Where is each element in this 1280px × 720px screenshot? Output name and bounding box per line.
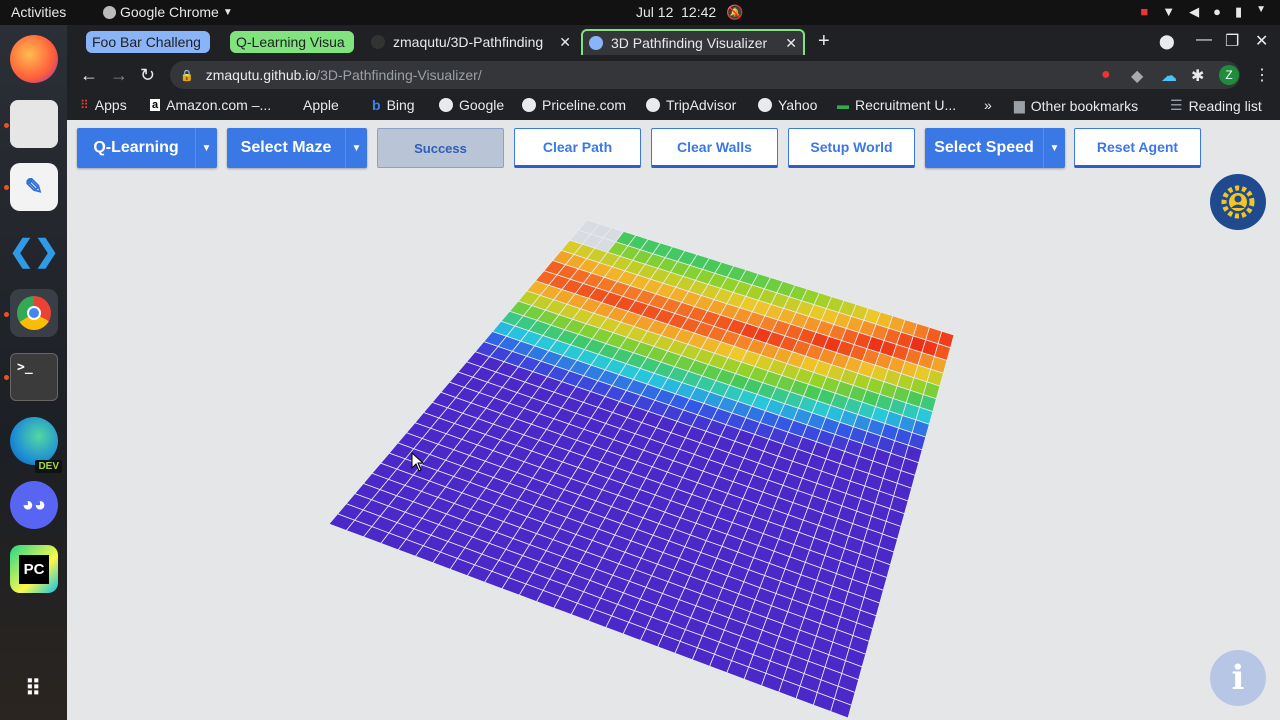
volume-icon: ◀ [1189,4,1200,19]
globe-icon [758,98,772,112]
running-indicator [4,375,9,380]
url-domain: zmaqutu.github.io [205,67,317,83]
app-menu[interactable]: Google Chrome ▼ [103,4,233,20]
time-text: 12:42 [681,4,717,20]
site-icon [589,36,603,50]
apps-grid-icon: ⠿ [80,98,89,112]
terminal-icon[interactable]: >_ [10,353,58,401]
info-button[interactable]: i [1210,650,1266,706]
url-path: /3D-Pathfinding-Visualizer/ [316,67,482,83]
maximize-icon[interactable]: ❐ [1225,31,1239,51]
minimize-icon[interactable]: — [1196,31,1212,49]
discord-icon[interactable]: ◕◕ [10,481,58,529]
pathfinding-grid-3d[interactable] [67,120,1280,720]
chevron-down-icon: ▼ [222,6,233,18]
new-tab-icon[interactable]: + [818,30,830,53]
other-bookmarks[interactable]: ▆ Other bookmarks [1014,97,1138,114]
forward-icon[interactable]: → [110,65,128,86]
tab-q-learning[interactable]: Q-Learning Visua [230,31,354,53]
tab-title: Q-Learning Visua [236,34,345,50]
globe-icon [646,98,660,112]
activities-button[interactable]: Activities [11,4,66,20]
tab-title: Foo Bar Challeng [92,34,201,50]
chrome-small-icon [103,5,116,19]
globe-icon [522,98,536,112]
close-icon[interactable]: ✕ [559,34,571,51]
bookmark-yahoo[interactable]: Yahoo [758,97,817,113]
system-tray[interactable]: ■ ▼ ◀ ● ▮ ▼ [1140,4,1266,20]
settings-gear-button[interactable] [1210,174,1266,230]
bookmarks-bar: ⠿ Apps a Amazon.com –... Apple b Bing Googl… [67,93,1280,120]
close-window-icon[interactable]: ✕ [1255,31,1268,51]
date-text: Jul 12 [636,4,674,20]
reload-icon[interactable]: ↻ [140,65,155,86]
bookmark-apps[interactable]: ⠿ Apps [80,97,127,113]
bookmark-tripadvisor[interactable]: TripAdvisor [646,97,736,113]
apps-grid-icon[interactable]: ⠿ [10,665,58,713]
extensions-puzzle-icon[interactable]: ✱ [1191,66,1204,86]
app-name: Google Chrome [120,4,219,20]
recruitment-icon: ▬ [837,98,849,112]
gear-icon [1221,185,1255,219]
reading-list-icon: ☰ [1170,97,1183,113]
extension-icon[interactable]: ● [1101,66,1111,84]
microphone-icon: ● [1213,4,1221,19]
system-top-bar: Activities Google Chrome ▼ Jul 12 12:42 … [0,0,1280,25]
tab-github[interactable]: zmaqutu/3D-Pathfinding ✕ [365,29,577,55]
pycharm-icon[interactable]: PC [10,545,58,593]
bookmark-amazon[interactable]: a Amazon.com –... [150,97,271,113]
web-page: Q-Learning ▼ Select Maze ▼ Success Clear… [67,120,1280,720]
globe-icon [439,98,453,112]
vscode-icon[interactable]: ❮❯ [9,227,59,275]
more-bookmarks-button[interactable]: » [984,97,992,113]
firefox-icon[interactable] [10,35,58,83]
wifi-icon: ▼ [1162,4,1176,19]
tab-3d-pathfinding[interactable]: 3D Pathfinding Visualizer ✕ [581,29,805,55]
dev-badge: DEV [35,460,62,473]
files-icon[interactable] [10,100,58,148]
dock: ✎ ❮❯ >_ DEV ◕◕ PC ⠿ [0,25,67,720]
tab-search-icon[interactable]: ⬤ [1159,33,1175,50]
tab-foo-bar[interactable]: Foo Bar Challeng [86,31,210,53]
text-editor-icon[interactable]: ✎ [10,163,58,211]
browser-frame: Foo Bar Challeng Q-Learning Visua zmaqut… [67,25,1280,120]
extension-icon[interactable]: ☁ [1161,66,1177,86]
notifications-off-icon: 🔕 [726,4,744,20]
address-bar[interactable]: 🔒 zmaqutu.github.io/3D-Pathfinding-Visua… [170,61,1240,89]
running-indicator [4,185,9,190]
github-icon [371,35,385,49]
profile-avatar[interactable]: Z [1219,65,1239,85]
running-indicator [4,123,9,128]
folder-icon: ▆ [1014,97,1025,113]
tab-title: zmaqutu/3D-Pathfinding [393,34,544,50]
clock[interactable]: Jul 12 12:42 🔕 [636,4,744,21]
lock-icon: 🔒 [180,69,194,82]
menu-kebab-icon[interactable]: ⋮ [1254,65,1270,85]
edge-dev-icon[interactable]: DEV [10,417,62,473]
chevron-down-icon: ▼ [1256,4,1266,15]
bookmark-apple[interactable]: Apple [297,97,339,113]
bing-icon: b [372,97,381,113]
back-icon[interactable]: ← [80,65,98,86]
bookmark-bing[interactable]: b Bing [372,97,415,113]
battery-icon: ▮ [1234,4,1243,19]
bookmark-priceline[interactable]: Priceline.com [522,97,626,113]
tab-title: 3D Pathfinding Visualizer [611,35,768,51]
chrome-icon[interactable] [10,289,58,337]
running-indicator [4,312,9,317]
bookmark-recruitment[interactable]: ▬ Recruitment U... [837,97,956,113]
reading-list[interactable]: ☰ Reading list [1170,97,1262,114]
record-indicator-icon: ■ [1140,4,1149,19]
extension-icon[interactable]: ◆ [1131,66,1143,86]
mouse-cursor-icon [411,452,425,472]
bookmark-google[interactable]: Google [439,97,504,113]
close-icon[interactable]: ✕ [785,35,797,52]
amazon-icon: a [150,99,161,111]
